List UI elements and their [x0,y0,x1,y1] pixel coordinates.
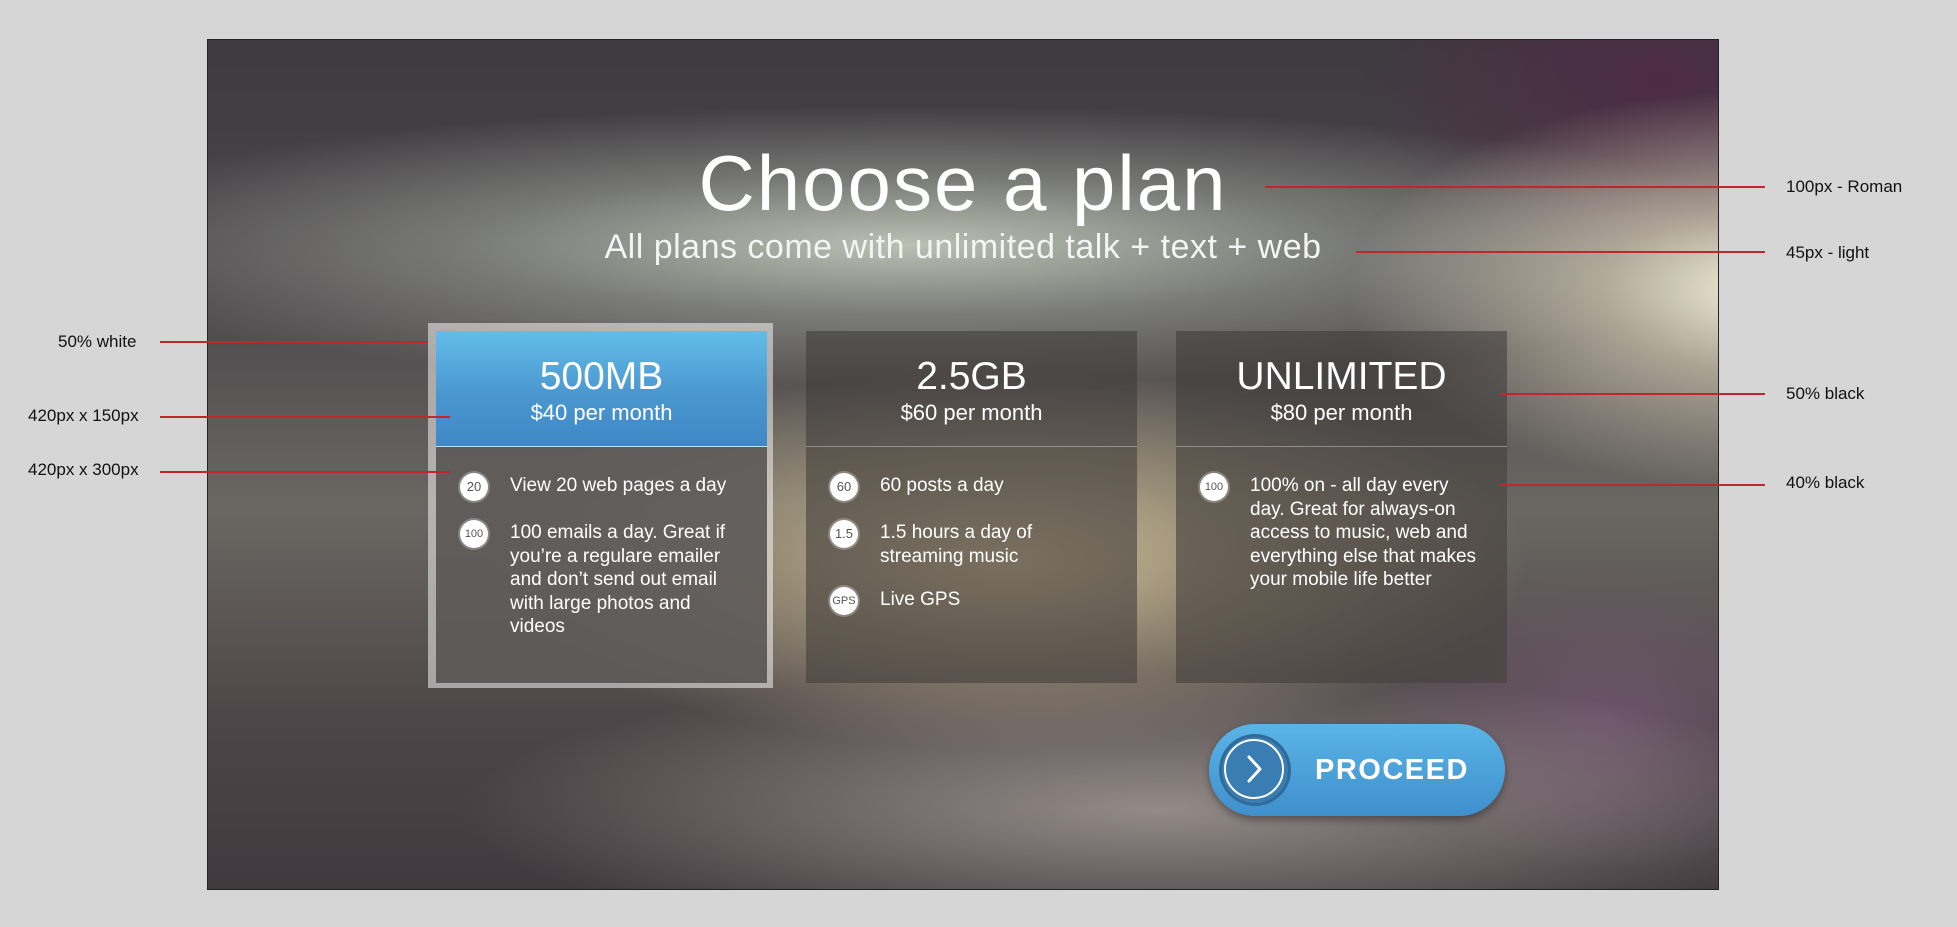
annotation-header-fill-spec: 50% black [1786,384,1865,403]
feature-item: 100 100% on - all day every day. Great f… [1200,473,1487,592]
proceed-icon-circle [1219,734,1291,806]
annotation-line [160,471,450,473]
plan-card-header: 2.5GB $60 per month [806,331,1137,447]
feature-item: 100 100 emails a day. Great if you’re a … [460,520,747,639]
annotation-line [160,341,428,343]
plan-card-body: 100 100% on - all day every day. Great f… [1176,447,1507,683]
feature-text: Live GPS [880,589,961,610]
annotation-title-spec: 100px - Roman [1786,177,1903,196]
feature-text: 1.5 hours a day of streaming music [880,522,1033,567]
feature-text: View 20 web pages a day [510,475,727,496]
annotation-line [1500,484,1765,486]
plan-card-header: 500MB $40 per month [436,331,767,447]
proceed-button[interactable]: PROCEED [1209,724,1505,816]
feature-badge: 1.5 [830,520,858,548]
plan-card-body: 20 View 20 web pages a day 100 100 email… [436,447,767,683]
annotation-line [160,416,450,418]
annotation-line [1265,186,1765,188]
feature-badge: 100 [460,520,488,548]
plan-card-body: 60 60 posts a day 1.5 1.5 hours a day of… [806,447,1137,683]
design-artboard: Choose a plan All plans come with unlimi… [207,39,1719,890]
annotation-highlight-spec: 50% white [58,332,137,351]
plan-card-2-5gb[interactable]: 2.5GB $60 per month 60 60 posts a day 1.… [806,331,1137,684]
plan-price: $80 per month [1270,400,1413,425]
feature-item: 60 60 posts a day [830,473,1117,501]
plan-size: 500MB [539,355,664,398]
annotation-header-size-spec: 420px x 150px [28,406,139,425]
plan-card-header: UNLIMITED $80 per month [1176,331,1507,447]
feature-item: 20 View 20 web pages a day [460,473,747,501]
annotation-line [1356,251,1765,253]
annotation-subtitle-spec: 45px - light [1786,243,1870,262]
feature-badge: 60 [830,473,858,501]
annotation-body-fill-spec: 40% black [1786,473,1865,492]
feature-item: GPS Live GPS [830,587,1117,615]
feature-badge: 100 [1200,473,1228,501]
feature-text: 60 posts a day [880,475,1004,496]
feature-item: 1.5 1.5 hours a day of streaming music [830,520,1117,568]
feature-badge: GPS [830,587,858,615]
feature-badge: 20 [460,473,488,501]
plan-card-500mb[interactable]: 500MB $40 per month 20 View 20 web pages… [436,331,767,684]
page-title: Choose a plan [698,139,1228,227]
chevron-right-icon [1224,739,1284,799]
annotation-body-size-spec: 420px x 300px [28,460,139,479]
annotation-line [1500,393,1765,395]
feature-text: 100% on - all day every day. Great for a… [1250,475,1477,590]
plan-size: UNLIMITED [1236,355,1447,398]
plan-price: $40 per month [530,400,673,425]
proceed-label: PROCEED [1315,754,1469,786]
page-subtitle: All plans come with unlimited talk + tex… [604,228,1322,266]
plan-size: 2.5GB [916,355,1027,398]
plan-price: $60 per month [900,400,1043,425]
feature-text: 100 emails a day. Great if you’re a regu… [510,522,726,637]
plan-card-unlimited[interactable]: UNLIMITED $80 per month 100 100% on - al… [1176,331,1507,684]
